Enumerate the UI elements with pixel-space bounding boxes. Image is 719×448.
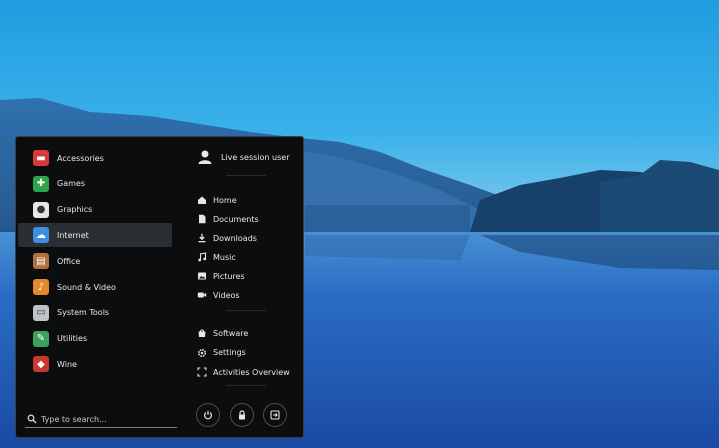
category-wine[interactable]: ◆ Wine	[18, 352, 172, 376]
palette-icon: ●	[33, 201, 49, 218]
places-item-documents[interactable]: Documents	[197, 211, 259, 227]
places-label: Downloads	[213, 233, 257, 243]
category-sound-video[interactable]: ♪ Sound & Video	[18, 275, 172, 299]
system-item-settings[interactable]: Settings	[197, 345, 246, 361]
places-item-pictures[interactable]: Pictures	[197, 268, 245, 284]
system-label: Activities Overview	[213, 367, 290, 377]
accessories-icon: ▬	[33, 150, 49, 166]
video-icon	[197, 290, 207, 300]
category-label: Graphics	[57, 205, 93, 215]
places-item-music[interactable]: Music	[197, 249, 236, 265]
category-office[interactable]: ▤ Office	[18, 249, 172, 273]
gamepad-icon: ✚	[33, 175, 49, 192]
desktop: ▬ Accessories ✚ Games ● Graphics ☁ Internet ▤ Off…	[0, 0, 719, 448]
logout-icon	[270, 410, 280, 420]
category-utilities[interactable]: ✎ Utilities	[18, 327, 172, 351]
power-icon	[204, 410, 212, 420]
category-label: System Tools	[57, 308, 110, 318]
media-icon: ♪	[33, 279, 49, 295]
activities-icon	[197, 367, 207, 377]
picture-icon	[197, 271, 207, 281]
places-item-home[interactable]: Home	[197, 192, 237, 208]
lock-button[interactable]	[230, 403, 254, 427]
download-icon	[197, 233, 207, 243]
system-item-activities-overview[interactable]: Activities Overview	[197, 364, 290, 380]
system-item-software[interactable]: Software	[197, 325, 248, 341]
cloud-icon: ☁	[33, 227, 49, 244]
places-label: Videos	[213, 290, 240, 300]
separator	[226, 175, 266, 176]
search-input[interactable]	[41, 414, 161, 424]
system-label: Software	[213, 328, 249, 338]
places-label: Pictures	[213, 271, 245, 281]
application-menu: ▬ Accessories ✚ Games ● Graphics ☁ Internet ▤ Off…	[15, 136, 304, 438]
office-icon: ▤	[33, 253, 49, 270]
home-icon	[197, 195, 207, 205]
search-icon	[27, 414, 37, 424]
software-icon	[197, 328, 207, 338]
user-name: Live session user	[221, 152, 290, 162]
category-label: Office	[57, 256, 81, 266]
monitor-icon: ▭	[33, 304, 49, 321]
category-label: Internet	[57, 230, 89, 240]
utilities-icon: ✎	[33, 330, 49, 347]
places-item-downloads[interactable]: Downloads	[197, 230, 257, 246]
user-account[interactable]: Live session user	[197, 149, 289, 165]
category-label: Utilities	[57, 334, 88, 344]
places-label: Documents	[213, 214, 259, 224]
category-label: Sound & Video	[57, 282, 116, 292]
logout-button[interactable]	[263, 403, 287, 427]
category-internet[interactable]: ☁ Internet	[18, 223, 172, 248]
category-games[interactable]: ✚ Games	[18, 172, 172, 196]
separator	[226, 310, 266, 311]
power-button[interactable]	[196, 403, 220, 427]
category-label: Wine	[57, 359, 77, 369]
category-label: Games	[57, 179, 85, 189]
lock-icon	[239, 410, 245, 420]
document-icon	[197, 214, 207, 224]
places-item-videos[interactable]: Videos	[197, 287, 240, 303]
places-label: Music	[213, 252, 236, 262]
places-label: Home	[213, 195, 237, 205]
category-accessories[interactable]: ▬ Accessories	[18, 146, 172, 170]
category-label: Accessories	[57, 153, 104, 163]
settings-icon	[197, 348, 207, 358]
system-label: Settings	[213, 348, 246, 357]
search-field[interactable]	[25, 411, 177, 428]
separator	[226, 385, 266, 386]
wine-icon: ◆	[33, 356, 49, 373]
category-system-tools[interactable]: ▭ System Tools	[18, 301, 172, 325]
music-icon	[197, 252, 207, 262]
user-icon	[198, 150, 212, 164]
category-graphics[interactable]: ● Graphics	[18, 198, 172, 222]
